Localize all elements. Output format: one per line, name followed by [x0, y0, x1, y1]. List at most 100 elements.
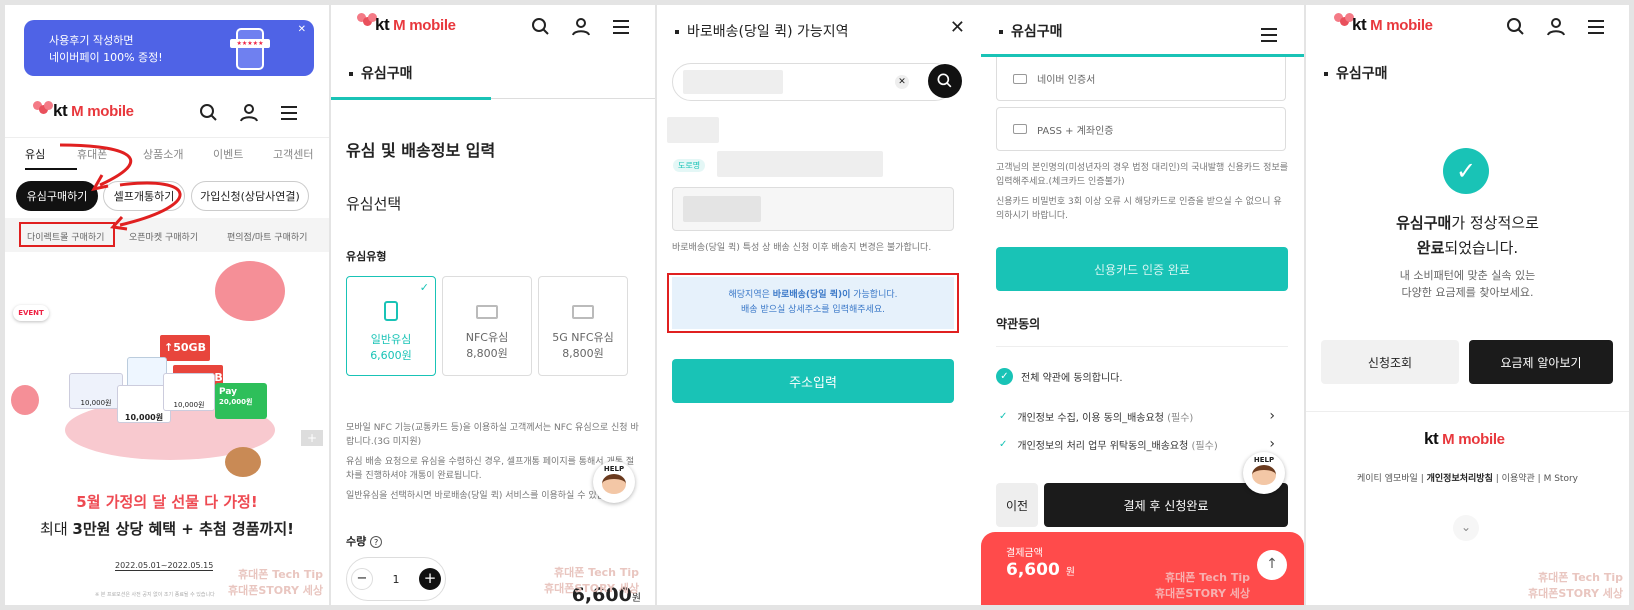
- search-icon: [937, 73, 952, 88]
- address-input-button[interactable]: 주소입력: [672, 359, 954, 403]
- npay-card: Pay 20,000원: [215, 383, 267, 419]
- user-icon[interactable]: [237, 101, 261, 125]
- self-activation-button[interactable]: 셀프개통하기: [103, 181, 185, 211]
- pass-cert-option[interactable]: PASS + 계좌인증: [996, 107, 1286, 151]
- tab-usim[interactable]: 유심: [25, 146, 77, 170]
- footer-link-privacy[interactable]: 개인정보처리방침: [1427, 474, 1493, 484]
- footer-link-terms[interactable]: 이용약관: [1502, 474, 1535, 484]
- help-avatar-icon: [1252, 465, 1276, 485]
- user-icon[interactable]: [569, 15, 593, 39]
- qty-minus-button[interactable]: −: [351, 568, 373, 590]
- separator: |: [1495, 474, 1499, 484]
- application-lookup-button[interactable]: 신청조회: [1321, 340, 1459, 384]
- logo[interactable]: kt M mobile: [1352, 15, 1433, 35]
- tab-event[interactable]: 이벤트: [213, 146, 273, 170]
- detail-address-input[interactable]: [672, 187, 954, 231]
- tab-products[interactable]: 상품소개: [143, 146, 213, 170]
- carnation-left: [11, 385, 39, 415]
- section-title: 유심구매: [349, 63, 413, 83]
- sim-icon: [384, 301, 398, 321]
- subline-prefix: 최대: [40, 520, 73, 538]
- separator: |: [1420, 474, 1424, 484]
- help-circle-icon[interactable]: ?: [370, 536, 383, 548]
- menu-icon[interactable]: [609, 15, 633, 39]
- help-button[interactable]: HELP: [593, 461, 635, 503]
- subline-bold: 3만원 상당 혜택 + 추첨 경품까지!: [72, 520, 294, 538]
- blurred-text: [683, 196, 761, 222]
- menu-icon[interactable]: [1584, 15, 1608, 39]
- watermark-line2: 휴대폰STORY 세상: [227, 584, 323, 597]
- tab-support[interactable]: 고객센터: [273, 146, 329, 170]
- card-auth-done-button[interactable]: 신용카드 인증 완료: [996, 247, 1288, 291]
- search-icon[interactable]: [197, 101, 221, 125]
- qty-label-text: 수량: [346, 535, 367, 548]
- prev-button[interactable]: 이전: [996, 483, 1038, 527]
- apply-consult-button[interactable]: 가입신청(상담사연결): [191, 181, 309, 211]
- banner-line1: 사용후기 작성하면: [49, 34, 134, 47]
- footer-link-mstory[interactable]: M Story: [1544, 474, 1578, 484]
- separator: |: [1537, 474, 1541, 484]
- footer-link-company[interactable]: 케이티 엠모바일: [1357, 474, 1418, 484]
- term-label: 개인정보의 처리 업무 위탁동의_배송요청: [1017, 440, 1189, 452]
- convenience-store-link[interactable]: 편의점/마트 구매하기: [227, 230, 307, 243]
- watermark: 휴대폰 Tech Tip 휴대폰STORY 세상: [544, 565, 639, 597]
- event-subline: 최대 3만원 상당 혜택 + 추첨 경품까지!: [5, 518, 329, 539]
- open-market-link[interactable]: 오픈마켓 구매하기: [129, 230, 198, 243]
- msg1-bold: 유심구매: [1396, 214, 1452, 232]
- banner-close-icon[interactable]: ✕: [298, 24, 306, 35]
- check-circle-icon: ✓: [996, 368, 1013, 385]
- help-button[interactable]: HELP: [1243, 452, 1285, 494]
- event-period: 2022.05.01~2022.05.15: [115, 561, 214, 571]
- scroll-top-button[interactable]: ↑: [1257, 550, 1287, 580]
- logo-product: M mobile: [1442, 431, 1505, 448]
- event-footnote: ※ 본 프로모션은 사전 공지 없이 조기 종료될 수 있습니다: [95, 592, 215, 598]
- carousel-next-button[interactable]: +: [301, 430, 323, 446]
- tab-phone[interactable]: 휴대폰: [77, 146, 143, 170]
- watermark: 휴대폰 Tech Tip 휴대폰STORY 세상: [228, 567, 323, 599]
- review-banner[interactable]: 사용후기 작성하면 네이버페이 100% 증정! ★★★★★ ✕: [24, 20, 314, 76]
- blurred-zip: [667, 117, 719, 143]
- close-icon[interactable]: ✕: [950, 17, 965, 38]
- search-icon[interactable]: [529, 15, 553, 39]
- search-button[interactable]: [928, 64, 962, 98]
- watermark-line1: 휴대폰 Tech Tip: [1164, 571, 1250, 584]
- card-price: 8,800원: [466, 347, 508, 360]
- quantity-label: 수량 ?: [346, 533, 383, 549]
- chevron-right-icon[interactable]: ›: [1269, 436, 1275, 452]
- chevron-right-icon[interactable]: ›: [1269, 408, 1275, 424]
- watermark-line1: 휴대폰 Tech Tip: [1537, 571, 1623, 584]
- term-required: (필수): [1167, 412, 1194, 424]
- term-item[interactable]: ✓ 개인정보 수집, 이용 동의_배송요청 (필수) ›: [999, 408, 1275, 424]
- logo-product: M mobile: [71, 103, 134, 120]
- panel-usim-input: kt M mobile 유심구매 유심 및 배송정보 입력 유심선택 유심유형 ✓…: [331, 5, 655, 605]
- card-name: 일반유심: [370, 333, 412, 346]
- logo[interactable]: kt M mobile: [53, 101, 134, 121]
- view-plans-button[interactable]: 요금제 알아보기: [1469, 340, 1613, 384]
- logo-brand: kt: [375, 15, 390, 34]
- user-icon[interactable]: [1544, 15, 1568, 39]
- gift-card-1: 10,000원: [69, 373, 123, 409]
- search-icon[interactable]: [1504, 15, 1528, 39]
- term-item[interactable]: ✓ 개인정보의 처리 업무 위탁동의_배송요청 (필수) ›: [999, 436, 1275, 452]
- section-title: 유심구매: [999, 21, 1063, 41]
- msg1-rest: 가 정상적으로: [1451, 214, 1539, 232]
- usim-card-nfc[interactable]: NFC유심 8,800원: [442, 276, 532, 376]
- amount-unit: 원: [1065, 567, 1075, 578]
- menu-icon[interactable]: [1257, 23, 1281, 47]
- agree-all-checkbox[interactable]: ✓ 전체 약관에 동의합니다.: [996, 368, 1123, 385]
- address-search-input[interactable]: ✕: [672, 63, 954, 101]
- buy-usim-button[interactable]: 유심구매하기: [16, 181, 98, 211]
- qty-plus-button[interactable]: +: [419, 568, 441, 590]
- msg2-bold: 완료: [1416, 239, 1445, 257]
- chevron-down-icon[interactable]: ⌄: [1453, 515, 1479, 541]
- nav-tabs: 유심 휴대폰 상품소개 이벤트 고객센터: [25, 146, 329, 170]
- menu-icon[interactable]: [277, 101, 301, 125]
- amount-label: 결제금액: [1006, 548, 1043, 559]
- usim-card-general[interactable]: ✓ 일반유심 6,600원: [346, 276, 436, 376]
- note-item: 신용카드 비밀번호 3회 이상 오류 시 해당카드로 인증을 받으실 수 없으니…: [996, 197, 1282, 221]
- gift-card-3: 10,000원: [163, 373, 215, 411]
- clear-icon[interactable]: ✕: [895, 75, 909, 89]
- logo[interactable]: kt M mobile: [375, 15, 456, 35]
- naver-cert-option[interactable]: 네이버 인증서: [996, 57, 1286, 101]
- usim-card-5g-nfc[interactable]: 5G NFC유심 8,800원: [538, 276, 628, 376]
